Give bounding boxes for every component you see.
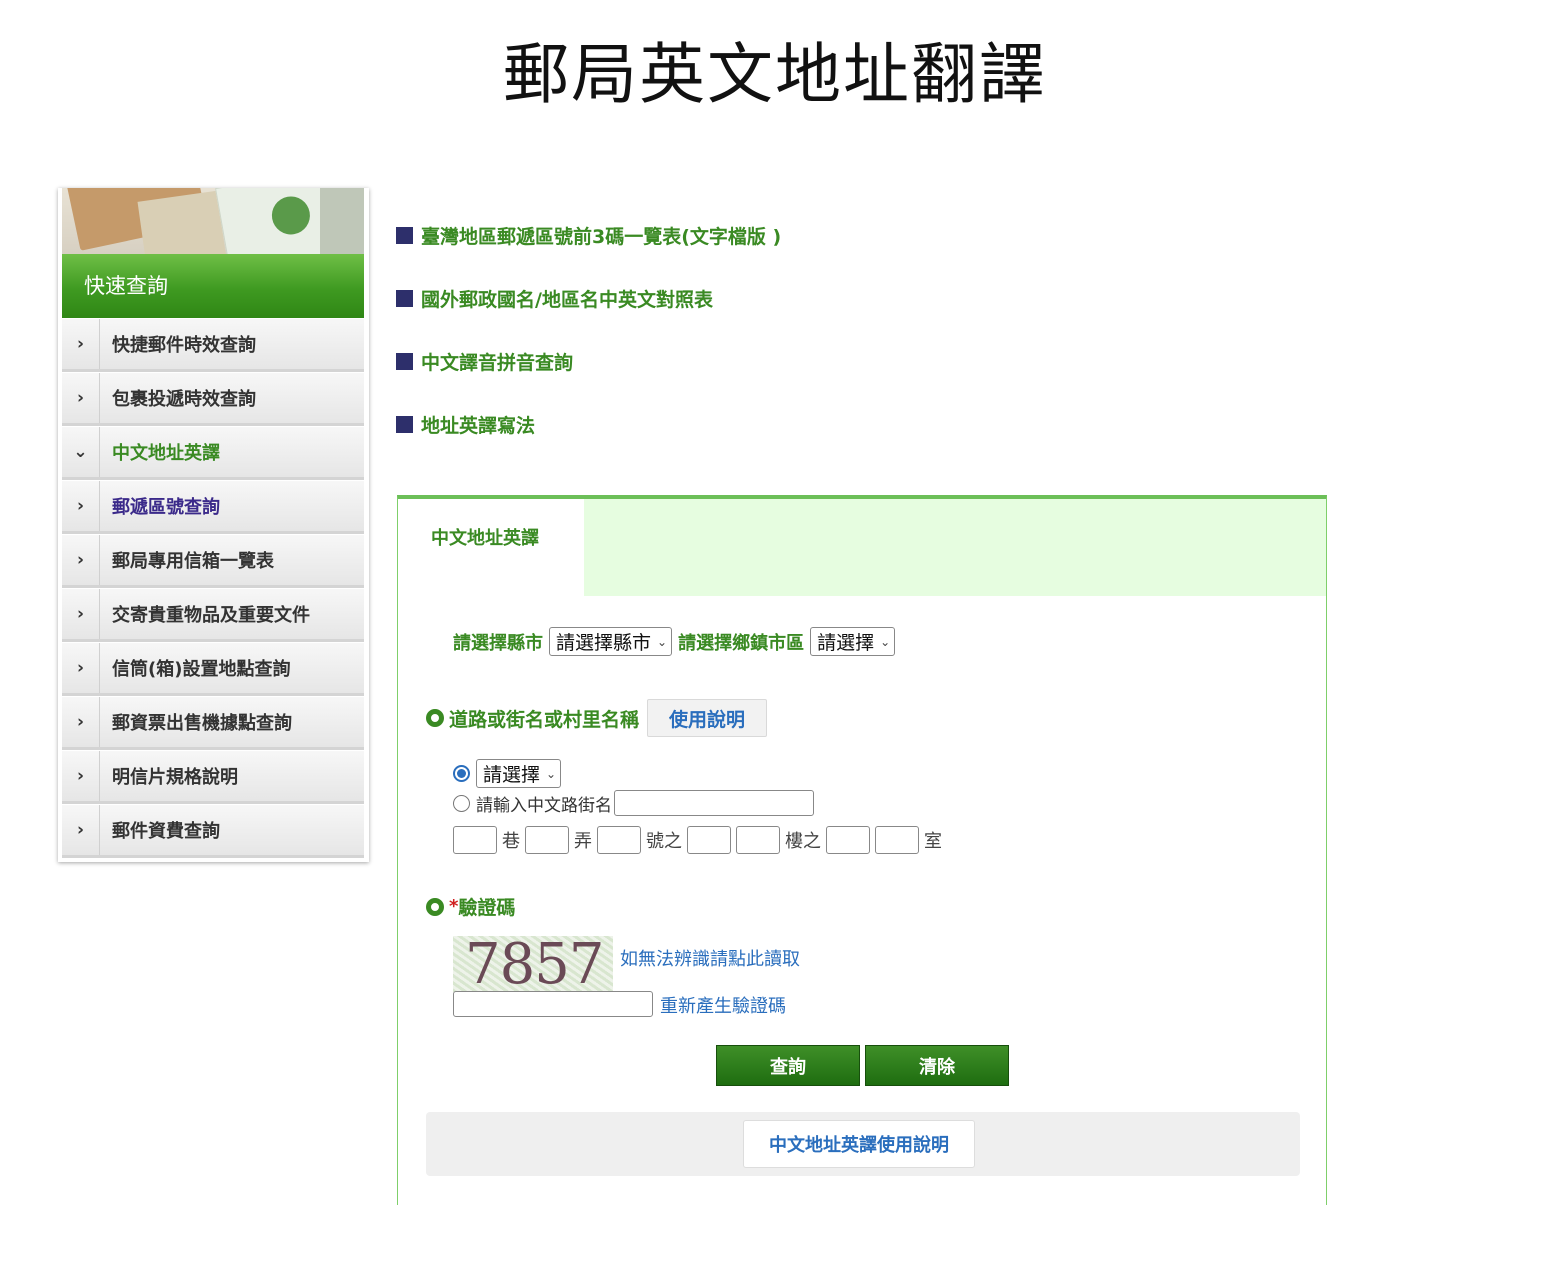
chevron-right-icon: › [62,805,100,855]
floor-input[interactable] [736,826,780,854]
captcha-audio-link[interactable]: 如無法辨識請點此讀取 [620,945,800,971]
square-bullet-icon [396,226,413,244]
sidebar-item-label: 郵遞區號查詢 [112,497,220,518]
captcha-input[interactable] [453,991,653,1017]
sidebar-header: 快速查詢 [62,254,364,318]
road-input-radio[interactable] [453,794,470,812]
number-sub-input[interactable] [687,826,731,854]
manual-button[interactable]: 中文地址英譯使用說明 [743,1120,975,1168]
bullet-ring-icon [426,709,444,727]
captcha-image: 7857 [453,936,613,992]
link-address-format[interactable]: 地址英譯寫法 [396,409,781,439]
road-input-option: 請輸入中文路街名 [453,790,814,816]
road-input-label: 請輸入中文路街名 [476,795,612,816]
sidebar-item-mailbox-locations[interactable]: › 信筒(箱)設置地點查詢 [62,642,364,696]
sidebar-item-postage-machines[interactable]: › 郵資票出售機據點查詢 [62,696,364,750]
link-pinyin-query[interactable]: 中文譯音拼音查詢 [396,346,781,376]
sidebar-item-valuables[interactable]: › 交寄貴重物品及重要文件 [62,588,364,642]
page-title: 郵局英文地址翻譯 [503,36,1047,113]
region-select-row: 請選擇縣市 請選擇縣市 ⌄ 請選擇鄉鎮市區 請選擇 ⌄ [453,627,901,656]
county-select[interactable]: 請選擇縣市 ⌄ [549,627,673,656]
floor-sub-input[interactable] [826,826,870,854]
sidebar-item-postcard-spec[interactable]: › 明信片規格說明 [62,750,364,804]
sidebar-item-express-mail-time[interactable]: › 快捷郵件時效查詢 [62,318,364,372]
link-zipcode-table[interactable]: 臺灣地區郵遞區號前3碼一覽表(文字檔版 ) [396,220,781,250]
sidebar-item-label: 郵件資費查詢 [112,821,220,842]
road-section-heading: 道路或街名或村里名稱 使用說明 [426,699,768,737]
lane-input[interactable] [453,826,497,854]
help-button[interactable]: 使用說明 [647,699,768,737]
chevron-down-icon: ⌄ [880,634,891,649]
alley-input[interactable] [525,826,569,854]
road-select-option: 請選擇 ⌄ [453,759,567,788]
sidebar-item-label: 郵資票出售機據點查詢 [112,713,292,734]
query-button[interactable]: 查詢 [716,1045,860,1086]
sidebar-item-postage-rates[interactable]: › 郵件資費查詢 [62,804,364,858]
chevron-right-icon: › [62,589,100,639]
sidebar-item-label: 中文地址英譯 [112,443,220,464]
square-bullet-icon [396,352,413,370]
sidebar-item-label: 快捷郵件時效查詢 [112,335,256,356]
chevron-right-icon: › [62,535,100,585]
square-bullet-icon [396,289,413,307]
road-name-input[interactable] [614,790,814,816]
captcha-regenerate-link[interactable]: 重新產生驗證碼 [660,992,786,1018]
sidebar-item-label: 郵局專用信箱一覽表 [112,551,274,572]
chevron-right-icon: › [62,373,100,423]
chevron-down-icon: ⌄ [657,634,668,649]
chevron-down-icon: ⌄ [62,427,100,477]
sidebar: 快速查詢 › 快捷郵件時效查詢 › 包裹投遞時效查詢 ⌄ 中文地址英譯 › 郵遞… [58,188,369,862]
sidebar-item-label: 交寄貴重物品及重要文件 [112,605,310,626]
sidebar-item-label: 包裹投遞時效查詢 [112,389,256,410]
chevron-right-icon: › [62,751,100,801]
road-select-radio[interactable] [453,765,470,782]
township-select[interactable]: 請選擇 ⌄ [810,627,896,656]
clear-button[interactable]: 清除 [865,1045,1009,1086]
address-detail-row: 巷 弄 號之 樓之 室 [453,826,947,854]
sidebar-item-parcel-delivery-time[interactable]: › 包裹投遞時效查詢 [62,372,364,426]
sidebar-menu: › 快捷郵件時效查詢 › 包裹投遞時效查詢 ⌄ 中文地址英譯 › 郵遞區號查詢 … [62,318,364,858]
number-input[interactable] [597,826,641,854]
captcha-section-heading: * 驗證碼 [426,893,515,920]
sidebar-item-zipcode-query[interactable]: › 郵遞區號查詢 [62,480,364,534]
sidebar-item-address-translation[interactable]: ⌄ 中文地址英譯 [62,426,364,480]
sidebar-banner-image [62,188,364,254]
reference-links: 臺灣地區郵遞區號前3碼一覽表(文字檔版 ) 國外郵政國名/地區名中英文對照表 中… [396,220,781,472]
sidebar-item-po-box-list[interactable]: › 郵局專用信箱一覽表 [62,534,364,588]
tab-address-translation[interactable]: 中文地址英譯 [398,499,584,596]
chevron-right-icon: › [62,481,100,531]
chevron-right-icon: › [62,319,100,369]
chevron-right-icon: › [62,643,100,693]
link-country-names[interactable]: 國外郵政國名/地區名中英文對照表 [396,283,781,313]
chevron-down-icon: ⌄ [546,766,557,781]
sidebar-item-label: 明信片規格說明 [112,767,238,788]
sidebar-item-label: 信筒(箱)設置地點查詢 [112,659,291,680]
bullet-ring-icon [426,897,444,916]
chevron-right-icon: › [62,697,100,747]
road-select[interactable]: 請選擇 ⌄ [476,759,562,788]
tab-strip-background [584,499,1326,596]
township-label: 請選擇鄉鎮市區 [678,632,805,654]
bottom-bar: 中文地址英譯使用說明 [426,1112,1300,1176]
room-input[interactable] [875,826,919,854]
square-bullet-icon [396,415,413,433]
county-label: 請選擇縣市 [453,632,543,654]
translation-panel: 中文地址英譯 請選擇縣市 請選擇縣市 ⌄ 請選擇鄉鎮市區 請選擇 ⌄ 道路或街名或村… [397,495,1327,1205]
